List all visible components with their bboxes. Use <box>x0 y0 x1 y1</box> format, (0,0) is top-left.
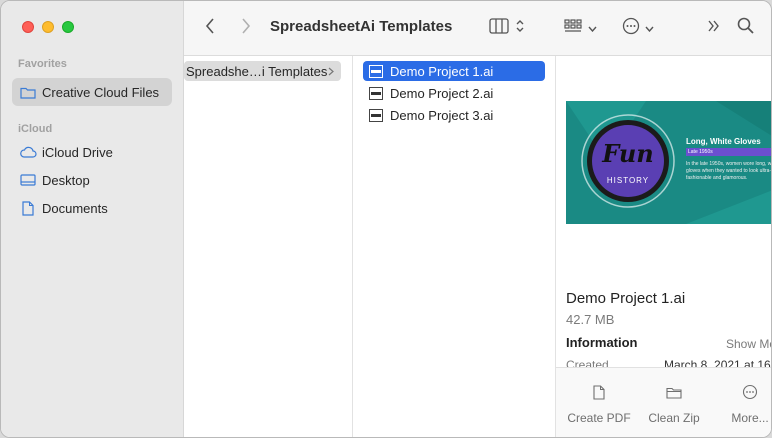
document-icon <box>593 380 605 404</box>
sidebar-item-label: iCloud Drive <box>42 144 113 160</box>
action-menu-button[interactable] <box>620 15 656 41</box>
file-row[interactable]: Demo Project 1.ai <box>363 61 545 81</box>
cloud-icon <box>19 144 37 160</box>
clean-zip-button[interactable]: Clean Zip <box>639 380 709 425</box>
up-down-chevron-icon <box>515 18 525 39</box>
ai-file-icon <box>369 86 383 100</box>
thumbnail-body: In the late 1950s, women wore long, whit… <box>686 161 771 181</box>
more-actions-button[interactable]: More... <box>715 380 771 425</box>
group-button[interactable] <box>560 15 600 41</box>
sidebar-item-desktop[interactable]: Desktop <box>12 166 172 194</box>
file-name: Demo Project 3.ai <box>390 107 494 123</box>
ellipsis-circle-icon <box>622 17 640 40</box>
information-heading: Information <box>566 335 638 350</box>
sidebar-item-label: Documents <box>42 200 108 216</box>
thumbnail-tag: Late 1950s <box>686 148 771 156</box>
thumbnail-logo-sub: HISTORY <box>606 176 650 185</box>
zoom-window-button[interactable] <box>62 21 74 33</box>
icloud-section-label: iCloud <box>18 123 53 135</box>
more-toolbar-button[interactable] <box>704 15 724 41</box>
sidebar-item-label: Creative Cloud Files <box>42 84 160 100</box>
chevron-left-icon <box>205 17 215 39</box>
document-icon <box>19 200 37 216</box>
grid-icon <box>563 18 582 38</box>
column-item-label: Spreadshe…i Templates <box>186 63 328 79</box>
toolbar: SpreadsheetAi Templates <box>184 1 771 56</box>
show-more-link[interactable]: Show More <box>726 337 771 351</box>
action-label: Clean Zip <box>648 411 700 425</box>
desktop-icon <box>19 172 37 188</box>
chevron-right-icon <box>328 64 334 79</box>
thumbnail-logo-main: Fun <box>602 139 654 168</box>
file-row[interactable]: Demo Project 3.ai <box>363 105 545 125</box>
browser-column-2: Demo Project 1.ai Demo Project 2.ai Demo… <box>353 56 556 437</box>
sidebar-item-label: Desktop <box>42 172 90 188</box>
file-thumbnail: Fun HISTORY Long, White Gloves Late 1950… <box>566 101 771 224</box>
close-window-button[interactable] <box>22 21 34 33</box>
back-button[interactable] <box>198 15 222 41</box>
ai-file-icon <box>369 108 383 122</box>
sidebar-item-documents[interactable]: Documents <box>12 194 172 222</box>
preview-file-name: Demo Project 1.ai <box>566 290 686 307</box>
finder-window: Favorites Creative Cloud Files iCloud iC… <box>0 0 772 438</box>
chevron-down-icon <box>587 19 597 37</box>
sidebar-item-icloud-drive[interactable]: iCloud Drive <box>12 138 172 166</box>
chevron-down-icon <box>645 19 654 37</box>
thumbnail-heading: Long, White Gloves <box>686 137 761 146</box>
minimize-window-button[interactable] <box>42 21 54 33</box>
create-pdf-button[interactable]: Create PDF <box>564 380 634 425</box>
double-chevron-right-icon <box>707 19 721 37</box>
columns-view-icon <box>489 17 509 39</box>
file-name: Demo Project 1.ai <box>390 63 494 79</box>
preview-file-size: 42.7 MB <box>566 312 615 327</box>
preview-pane: Fun HISTORY Long, White Gloves Late 1950… <box>556 56 771 437</box>
ellipsis-icon <box>742 380 758 404</box>
sidebar: Favorites Creative Cloud Files iCloud iC… <box>1 1 184 437</box>
folder-icon <box>666 380 682 404</box>
file-name: Demo Project 2.ai <box>390 85 494 101</box>
action-label: More... <box>731 411 769 425</box>
browser-column-1: Spreadshe…i Templates <box>184 56 353 437</box>
favorites-section-label: Favorites <box>18 58 67 70</box>
search-icon <box>737 17 754 39</box>
sidebar-item-creative-cloud-files[interactable]: Creative Cloud Files <box>12 78 172 106</box>
chevron-right-icon <box>241 17 251 39</box>
search-button[interactable] <box>734 15 756 41</box>
folder-icon <box>19 84 37 100</box>
column-item-spreadsheetai-templates[interactable]: Spreadshe…i Templates <box>184 61 341 81</box>
window-title: SpreadsheetAi Templates <box>270 18 453 35</box>
quick-actions-bar: Create PDF Clean Zip More... <box>556 367 771 437</box>
action-label: Create PDF <box>567 411 631 425</box>
ai-file-icon <box>369 64 383 78</box>
forward-button[interactable] <box>234 15 258 41</box>
view-mode-button[interactable] <box>486 15 528 41</box>
file-row[interactable]: Demo Project 2.ai <box>363 83 545 103</box>
